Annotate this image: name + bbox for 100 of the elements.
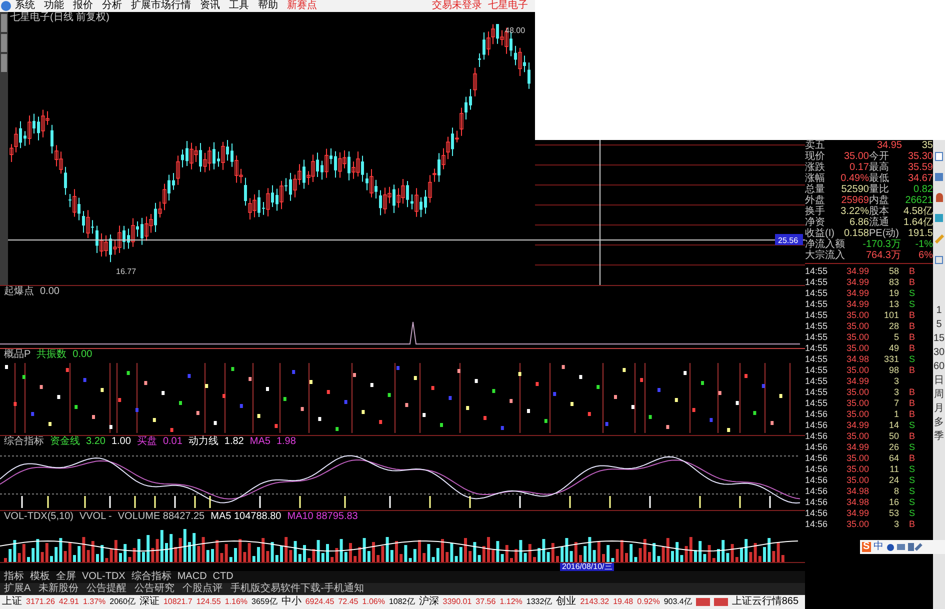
- tick-price: 34.98: [845, 498, 869, 507]
- tick-time: 14:55: [805, 322, 829, 331]
- indicator-label: 1.82: [224, 437, 244, 447]
- indicator-label: 买盘: [136, 437, 157, 447]
- tick-side: B: [908, 278, 915, 287]
- market-amount: 903.4亿: [664, 598, 692, 606]
- field-value: 35: [920, 140, 933, 150]
- field-label: 大宗流入: [805, 250, 846, 260]
- tab[interactable]: 全屏: [56, 572, 76, 582]
- document-icon[interactable]: [935, 152, 943, 161]
- tick-price: 34.99: [845, 289, 869, 298]
- market-value: 37.56: [476, 598, 496, 606]
- tab[interactable]: CTD: [212, 572, 234, 582]
- period-tab[interactable]: 30: [933, 346, 945, 360]
- info-link[interactable]: 公告提醒: [86, 584, 127, 594]
- tick-time: 14:56: [805, 520, 829, 529]
- field-label: 现价: [805, 152, 826, 162]
- period-tab[interactable]: 1: [936, 304, 942, 318]
- period-tab[interactable]: 多: [934, 416, 944, 430]
- field-value: 0.82: [912, 184, 933, 194]
- info-link[interactable]: 手机版交易软件下载-手机通知: [230, 584, 364, 594]
- market-value: 2143.32: [580, 598, 610, 606]
- period-tab[interactable]: 月: [934, 402, 944, 416]
- app-logo-icon: [1, 1, 11, 11]
- menu-item[interactable]: 资讯: [200, 1, 220, 11]
- tick-volume: 49: [888, 344, 899, 353]
- tick-price: 35.00: [845, 366, 869, 375]
- tick-volume: 1: [892, 410, 899, 419]
- menu-item[interactable]: 帮助: [258, 1, 278, 11]
- tick-price: 35.00: [845, 454, 869, 463]
- field-value: 34.95: [876, 140, 902, 150]
- tick-time: 14:56: [805, 465, 829, 474]
- tick-volume: 16: [888, 498, 899, 507]
- tick-volume: 11: [888, 465, 899, 474]
- market-value: 42.91: [58, 598, 79, 606]
- chart-title: 七星电子(日线 前复权): [10, 13, 110, 23]
- date-label: 2016/08/10/三: [560, 563, 614, 571]
- market-amount: 2060亿: [110, 598, 136, 606]
- tick-volume: 7: [892, 399, 899, 408]
- market-amount: 3659亿: [252, 598, 278, 606]
- tab[interactable]: VOL-TDX: [82, 572, 126, 582]
- tick-time: 14:56: [805, 509, 829, 518]
- tick-side: S: [908, 421, 915, 430]
- tab[interactable]: 综合指标: [131, 572, 172, 582]
- tick-side: B: [908, 333, 915, 342]
- market-value: 19.48: [613, 598, 634, 606]
- tick-price: 34.99: [845, 509, 869, 518]
- tick-side: S: [908, 465, 915, 474]
- tick-price: 35.00: [845, 410, 869, 419]
- tab[interactable]: 指标: [4, 572, 24, 582]
- tick-time: 14:55: [805, 399, 829, 408]
- tab[interactable]: 模板: [30, 572, 50, 582]
- menu-item[interactable]: 工具: [229, 1, 249, 11]
- ratio-bar-icon: [696, 598, 710, 606]
- tick-volume: 101: [882, 311, 899, 320]
- info-link[interactable]: 个股点评: [182, 584, 223, 594]
- field-label: 卖五: [805, 140, 826, 150]
- menu-link[interactable]: 七星电子: [488, 1, 528, 11]
- market-amount: 1332亿: [526, 598, 552, 606]
- menu-item[interactable]: 报价: [73, 1, 93, 11]
- tick-price: 34.99: [845, 377, 869, 386]
- menu-item[interactable]: 分析: [102, 1, 122, 11]
- tick-side: S: [908, 509, 915, 518]
- info-link[interactable]: 未新股份: [38, 584, 79, 594]
- tick-time: 14:55: [805, 366, 829, 375]
- period-tab[interactable]: 周: [934, 388, 944, 402]
- field-value: 6.86: [848, 218, 869, 228]
- indicator-label: 共振数: [36, 350, 67, 360]
- tick-price: 34.99: [845, 267, 869, 276]
- indicator-label: 1.98: [276, 437, 296, 447]
- tick-time: 14:55: [805, 355, 829, 364]
- period-tab[interactable]: 15: [933, 332, 945, 346]
- tick-side: B: [908, 454, 915, 463]
- tick-side: B: [908, 520, 915, 529]
- info-link[interactable]: 扩展A: [4, 584, 31, 594]
- indicator-label: 起爆点: [4, 287, 34, 297]
- tick-time: 14:55: [805, 344, 829, 353]
- period-tab[interactable]: 季: [934, 430, 944, 444]
- field-value: 0.49%: [840, 174, 869, 184]
- tick-price: 35.00: [845, 465, 869, 474]
- price-tag: 25.56: [775, 234, 803, 245]
- tick-time: 14:56: [805, 454, 829, 463]
- tick-volume: 64: [888, 454, 899, 463]
- menu-item[interactable]: 功能: [44, 1, 64, 11]
- field-value: 34.67: [906, 174, 933, 184]
- square-icon[interactable]: [935, 256, 943, 264]
- period-tab[interactable]: 5: [936, 318, 942, 332]
- field-label: 最低: [869, 174, 890, 184]
- tick-volume: 58: [888, 267, 899, 276]
- info-link[interactable]: 公告研究: [134, 584, 175, 594]
- tab[interactable]: MACD: [177, 572, 207, 582]
- period-tab[interactable]: 日: [934, 374, 944, 388]
- tick-side: B: [908, 399, 915, 408]
- ime-mode[interactable]: 中: [874, 542, 884, 552]
- tick-volume: 3: [892, 388, 899, 397]
- tick-price: 35.00: [845, 476, 869, 485]
- market-value: 72.45: [338, 598, 358, 606]
- period-tab[interactable]: 60: [933, 360, 945, 374]
- tick-side: B: [908, 311, 915, 320]
- tick-side: S: [908, 487, 915, 496]
